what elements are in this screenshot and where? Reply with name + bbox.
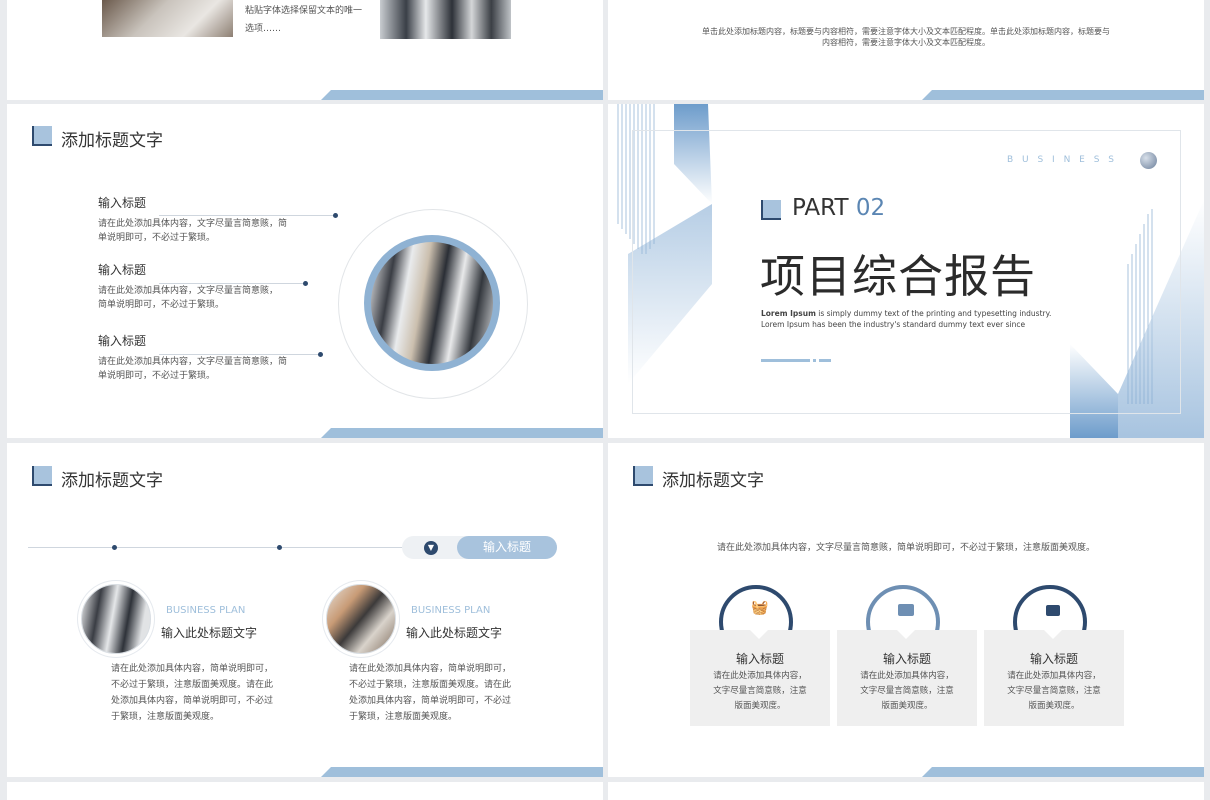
card-heading: 输入标题: [882, 652, 931, 666]
card-body: 请在此处添加具体内容， 文字尽量言简意赅，注意 版面美观度。: [1007, 671, 1101, 711]
bottom-accent-bar: [321, 767, 603, 777]
card-body: 请在此处添加具体内容， 文字尽量言简意赅，注意 版面美观度。: [713, 671, 807, 711]
office-desk-photo: [102, 0, 233, 37]
deco-dash-short: [819, 359, 831, 362]
bottom-accent-bar: [922, 90, 1204, 100]
team-circle-photo: [364, 235, 500, 371]
card-1-kicker: BUSINESS PLAN: [166, 605, 246, 616]
connector-dot: [318, 352, 323, 357]
card-1-photo: [81, 584, 151, 654]
basket-icon: 🧺: [751, 600, 769, 616]
card-2-kicker: BUSINESS PLAN: [411, 605, 491, 616]
connector-dot: [303, 281, 308, 286]
slide-8-partial: [608, 782, 1204, 800]
card-body: 请在此处添加具体内容， 文字尽量言简意赅，注意 版面美观度。: [860, 671, 954, 711]
slide-1: 粘贴字体选择保留文本的唯一 选项……: [7, 0, 603, 100]
card-notch: [750, 630, 768, 639]
item-heading: 输入标题: [98, 196, 147, 210]
chevron-down-icon[interactable]: ▼: [424, 541, 438, 555]
bottom-accent-bar: [922, 767, 1204, 777]
deco-dash-dot: [813, 359, 816, 362]
item-body: 请在此处添加具体内容，文字尽量言简意赅， 简单说明即可，不必过于繁琐。: [98, 286, 279, 310]
card-2-heading: 输入此处标题文字: [406, 626, 503, 640]
slide-7-partial: [7, 782, 603, 800]
connector-line: [159, 215, 335, 216]
briefcase-icon: [1046, 605, 1060, 616]
slide1-text: 粘贴字体选择保留文本的唯一 选项……: [245, 6, 363, 34]
slide-5: 添加标题文字 ▼ 输入标题 BUSINESS PLAN 输入此处标题文字 请在此…: [7, 443, 603, 777]
item-body: 请在此处添加具体内容，文字尽量言简意赅，简 单说明即可，不必过于繁琐。: [98, 219, 288, 243]
item-heading: 输入标题: [98, 263, 147, 277]
slide-subtitle: 请在此处添加具体内容，文字尽量言简意赅，简单说明即可，不必过于繁琐，注意版面美观…: [716, 543, 1095, 553]
main-title: 项目综合报告: [760, 250, 1037, 303]
part-square-icon: [761, 200, 781, 220]
brand-ball-icon: [1140, 152, 1157, 169]
card-heading: 输入标题: [1029, 652, 1078, 666]
card-notch: [1044, 630, 1062, 639]
slide-title: 添加标题文字: [662, 471, 764, 491]
title-square-icon: [32, 466, 52, 486]
card-1-body: 请在此处添加具体内容，简单说明即可， 不必过于繁琐，注意版面美观度。请在此 处添…: [111, 664, 274, 722]
timeline-dot: [112, 545, 117, 550]
slide2-text: 单击此处添加标题内容，标题要与内容相符，需要注意字体大小及文本匹配程度。单击此处…: [702, 27, 1110, 47]
slide-3: 添加标题文字 输入标题 请在此处添加具体内容，文字尽量言简意赅，简 单说明即可，…: [7, 104, 603, 438]
list-item: 输入标题 请在此处添加具体内容，文字尽量言简意赅， 简单说明即可，不必过于繁琐。: [98, 261, 278, 312]
bottom-accent-bar: [321, 428, 603, 438]
title-square-icon: [633, 466, 653, 486]
card-2-photo: [326, 584, 396, 654]
list-item: 输入标题 请在此处添加具体内容，文字尽量言简意赅，简 单说明即可，不必过于繁琐。: [98, 194, 287, 245]
item-body: 请在此处添加具体内容，文字尽量言简意赅，简 单说明即可，不必过于繁琐。: [98, 357, 288, 381]
team-photo: [380, 0, 511, 39]
timeline-line: [28, 547, 408, 548]
slide-4: B U S I N E S S PART 02 项目综合报告 Lorem Ips…: [608, 104, 1204, 438]
slide-title: 添加标题文字: [61, 471, 163, 491]
slide-2: 单击此处添加标题内容，标题要与内容相符，需要注意字体大小及文本匹配程度。单击此处…: [608, 0, 1204, 100]
slide-6: 添加标题文字 请在此处添加具体内容，文字尽量言简意赅，简单说明即可，不必过于繁琐…: [608, 443, 1204, 777]
lorem-text: Lorem Ipsum is simply dummy text of the …: [761, 309, 1052, 329]
card-notch: [897, 630, 915, 639]
brand-text: B U S I N E S S: [1007, 155, 1117, 165]
list-item: 输入标题 请在此处添加具体内容，文字尽量言简意赅，简 单说明即可，不必过于繁琐。: [98, 332, 287, 383]
chat-icon: [898, 604, 914, 616]
title-square-icon: [32, 126, 52, 146]
card-2-body: 请在此处添加具体内容，简单说明即可， 不必过于繁琐，注意版面美观度。请在此 处添…: [349, 664, 512, 722]
part-label: PART 02: [792, 195, 886, 221]
connector-dot: [333, 213, 338, 218]
connector-line: [159, 354, 321, 355]
timeline-dot: [277, 545, 282, 550]
slide-title: 添加标题文字: [61, 131, 163, 151]
pill-button[interactable]: 输入标题: [457, 536, 557, 559]
bottom-accent-bar: [321, 90, 603, 100]
connector-line: [159, 283, 305, 284]
deco-dashes: [761, 359, 810, 362]
item-heading: 输入标题: [98, 334, 147, 348]
card-heading: 输入标题: [735, 652, 784, 666]
card-1-heading: 输入此处标题文字: [161, 626, 258, 640]
